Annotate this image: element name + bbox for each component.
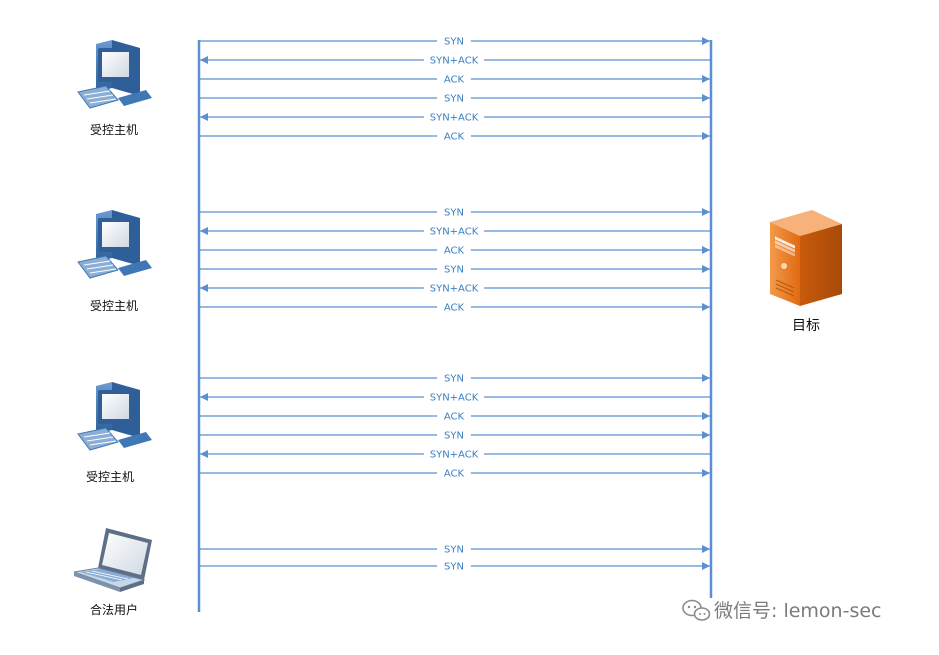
message-label: SYN [444, 37, 464, 48]
syn-flood-sequence-diagram: SYN SYN+ACK ACK SYN SYN+ACK ACK SYN SYN+ACK ACK S… [0, 0, 939, 651]
host-node: 受控主机 [77, 210, 152, 313]
arrowhead-right [702, 431, 710, 439]
laptop-icon [73, 528, 152, 592]
arrowhead-right [702, 303, 710, 311]
host-label: 受控主机 [90, 299, 138, 313]
arrowhead-left [200, 227, 208, 235]
message-label: SYN+ACK [430, 450, 479, 461]
arrowhead-right [702, 132, 710, 140]
arrowhead-left [200, 393, 208, 401]
message-label: ACK [444, 469, 465, 480]
arrowhead-right [702, 265, 710, 273]
arrowhead-right [702, 545, 710, 553]
message-label: SYN [444, 94, 464, 105]
desktop-computer-icon [77, 40, 152, 109]
diagram-canvas: SYN SYN+ACK ACK SYN SYN+ACK ACK SYN SYN+ACK ACK S… [73, 37, 881, 622]
message-arrows: SYN SYN+ACK ACK SYN SYN+ACK ACK SYN SYN+ACK ACK S… [200, 37, 710, 573]
host-label: 受控主机 [90, 123, 138, 137]
arrowhead-right [702, 412, 710, 420]
arrowhead-right [702, 75, 710, 83]
message-label: SYN [444, 374, 464, 385]
arrowhead-right [702, 246, 710, 254]
message-label: ACK [444, 246, 465, 257]
message-label: ACK [444, 132, 465, 143]
message-label: ACK [444, 303, 465, 314]
watermark: 微信号: lemon-sec [682, 599, 881, 622]
message-label: SYN [444, 562, 464, 573]
host-label: 受控主机 [86, 470, 134, 484]
message-label: ACK [444, 75, 465, 86]
host-node: 受控主机 [77, 382, 152, 484]
server-tower-icon [770, 210, 842, 306]
user-label: 合法用户 [90, 602, 138, 617]
wechat-icon [682, 599, 711, 621]
arrowhead-right [702, 37, 710, 45]
arrowhead-right [702, 469, 710, 477]
message-label: SYN+ACK [430, 56, 479, 67]
message-label: SYN [444, 545, 464, 556]
arrowhead-right [702, 208, 710, 216]
target-node: 目标 [770, 210, 842, 334]
message-label: SYN [444, 431, 464, 442]
arrowhead-right [702, 562, 710, 570]
target-label: 目标 [792, 318, 820, 334]
message-label: SYN+ACK [430, 227, 479, 238]
arrowhead-left [200, 450, 208, 458]
message-label: SYN+ACK [430, 393, 479, 404]
message-label: SYN+ACK [430, 284, 479, 295]
desktop-computer-icon [77, 210, 152, 279]
arrowhead-right [702, 374, 710, 382]
message-label: SYN [444, 265, 464, 276]
arrowhead-left [200, 284, 208, 292]
arrowhead-left [200, 113, 208, 121]
host-node: 受控主机 [77, 40, 152, 137]
message-label: ACK [444, 412, 465, 423]
message-label: SYN+ACK [430, 113, 479, 124]
desktop-computer-icon [77, 382, 152, 451]
user-node: 合法用户 [73, 528, 152, 617]
watermark-text: 微信号: lemon-sec [714, 600, 881, 622]
message-label: SYN [444, 208, 464, 219]
arrowhead-left [200, 56, 208, 64]
arrowhead-right [702, 94, 710, 102]
